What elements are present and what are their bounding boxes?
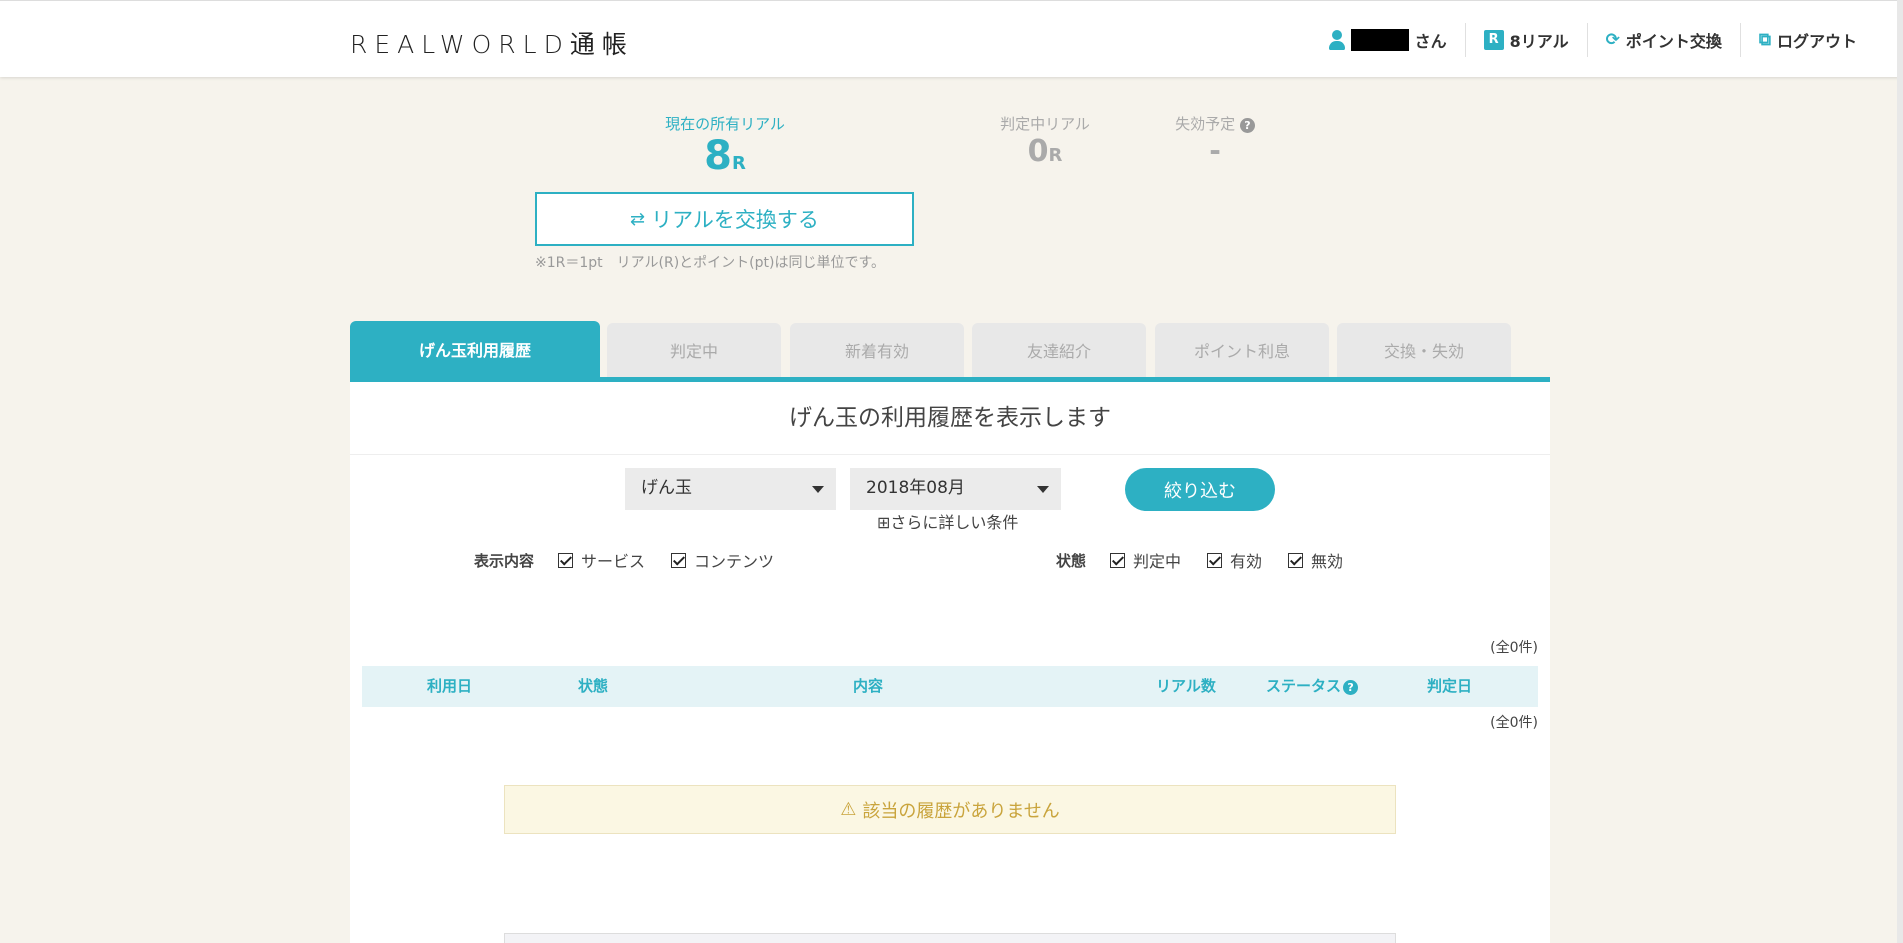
expire-label: 失効予定 ?: [1165, 113, 1265, 134]
real-count: 8リアル: [1509, 32, 1569, 51]
current-real-value: 8R: [640, 134, 810, 186]
tab-pending[interactable]: 判定中: [607, 323, 781, 377]
bottom-banner-edge: [504, 933, 1396, 943]
checkbox-service-box[interactable]: [558, 552, 574, 568]
checkbox-contents[interactable]: コンテンツ: [671, 548, 774, 572]
tab-new-valid[interactable]: 新着有効: [790, 323, 964, 377]
redacted-username: [1350, 29, 1409, 51]
tab-friend-referral[interactable]: 友達紹介: [972, 323, 1146, 377]
pending-real-block: 判定中リアル 0R: [985, 113, 1105, 174]
display-content-filter: 表示内容 サービス コンテンツ: [474, 548, 800, 572]
page-scrollbar[interactable]: [1897, 0, 1903, 943]
status-filter: 状態 判定中 有効 無効: [1056, 548, 1369, 572]
checkbox-pending[interactable]: 判定中: [1110, 548, 1181, 572]
logout-label: ログアウト: [1776, 32, 1857, 51]
top-header: REALWORLD通帳 さん R 8リアル ⟳ ポイント交換 ⧉ ログアウト: [0, 0, 1903, 77]
site-logo[interactable]: REALWORLD通帳: [350, 25, 634, 61]
checkbox-pending-box[interactable]: [1110, 552, 1126, 568]
current-real-unit: R: [731, 153, 746, 174]
help-icon[interactable]: ?: [1239, 118, 1255, 133]
point-exchange-label: ポイント交換: [1625, 32, 1722, 51]
tab-exchange-expire[interactable]: 交換・失効: [1337, 323, 1511, 377]
refresh-icon: ⟳: [1605, 30, 1620, 50]
checkbox-valid-label: 有効: [1230, 552, 1263, 571]
pending-real-number: 0: [1027, 134, 1049, 169]
checkbox-invalid-box[interactable]: [1288, 552, 1304, 568]
expire-label-text: 失効予定: [1175, 115, 1236, 133]
status-label: 状態: [1056, 551, 1087, 570]
history-panel: げん玉の利用履歴を表示します げん玉 2018年08月 絞り込む ⊞さらに詳しい…: [350, 382, 1550, 943]
real-count-link[interactable]: R 8リアル: [1464, 23, 1587, 57]
pending-real-label: 判定中リアル: [1000, 115, 1090, 133]
checkbox-service[interactable]: サービス: [558, 548, 645, 572]
user-icon: [1328, 30, 1345, 50]
service-select[interactable]: げん玉: [625, 468, 836, 510]
checkbox-pending-label: 判定中: [1133, 552, 1182, 571]
col-judge-date: 判定日: [1427, 677, 1473, 695]
user-menu[interactable]: さん: [1311, 23, 1465, 57]
filter-button[interactable]: 絞り込む: [1125, 468, 1275, 511]
col-real-count: リアル数: [1156, 677, 1216, 695]
checkbox-invalid-label: 無効: [1311, 552, 1344, 571]
tab-usage-history[interactable]: げん玉利用履歴: [350, 321, 600, 377]
status-help-icon[interactable]: ?: [1343, 680, 1359, 695]
more-conditions-link[interactable]: ⊞さらに詳しい条件: [877, 509, 1018, 533]
current-real-label: 現在の所有リアル: [665, 115, 785, 133]
col-content: 内容: [853, 677, 884, 695]
unit-note: ※1R＝1pt リアル(R)とポイント(pt)は同じ単位です。: [535, 255, 886, 271]
user-suffix: さん: [1414, 32, 1447, 51]
pending-real-value: 0R: [985, 134, 1105, 174]
exchange-button-label: リアルを交換する: [651, 208, 819, 232]
checkbox-contents-box[interactable]: [671, 552, 687, 568]
panel-title: げん玉の利用履歴を表示します: [350, 382, 1550, 455]
checkbox-invalid[interactable]: 無効: [1288, 548, 1343, 572]
exchange-real-button[interactable]: ⇄ リアルを交換する: [535, 192, 914, 246]
current-real-number: 8: [704, 133, 732, 179]
month-select[interactable]: 2018年08月: [850, 468, 1061, 510]
checkbox-contents-label: コンテンツ: [694, 552, 775, 571]
real-badge-icon: R: [1483, 30, 1504, 50]
table-header: 利用日 状態 内容 リアル数 ステータス? 判定日: [362, 666, 1538, 707]
expire-value: -: [1209, 134, 1221, 167]
current-real-block: 現在の所有リアル 8R: [640, 113, 810, 186]
result-count-top: (全0件): [1490, 640, 1538, 656]
checkbox-valid-box[interactable]: [1207, 552, 1223, 568]
empty-notice: ⚠ 該当の履歴がありません: [504, 785, 1396, 834]
pending-real-unit: R: [1048, 145, 1063, 166]
result-count-bottom: (全0件): [1490, 715, 1538, 731]
empty-message: 該当の履歴がありません: [862, 800, 1060, 822]
col-status-label: ステータス: [1266, 677, 1342, 695]
checkbox-service-label: サービス: [581, 552, 646, 571]
col-usage-date: 利用日: [427, 677, 473, 695]
col-state: 状態: [578, 677, 609, 695]
checkbox-valid[interactable]: 有効: [1207, 548, 1262, 572]
expire-block: 失効予定 ? -: [1165, 113, 1265, 168]
display-content-label: 表示内容: [474, 551, 535, 570]
exchange-icon: ⇄: [630, 208, 646, 230]
col-status: ステータス?: [1266, 666, 1359, 707]
logout-link[interactable]: ⧉ ログアウト: [1739, 23, 1875, 57]
point-exchange-link[interactable]: ⟳ ポイント交換: [1586, 23, 1740, 57]
tab-point-interest[interactable]: ポイント利息: [1155, 323, 1329, 377]
warning-icon: ⚠: [840, 799, 857, 820]
header-nav: さん R 8リアル ⟳ ポイント交換 ⧉ ログアウト: [1311, 23, 1875, 57]
logout-icon: ⧉: [1758, 30, 1771, 50]
